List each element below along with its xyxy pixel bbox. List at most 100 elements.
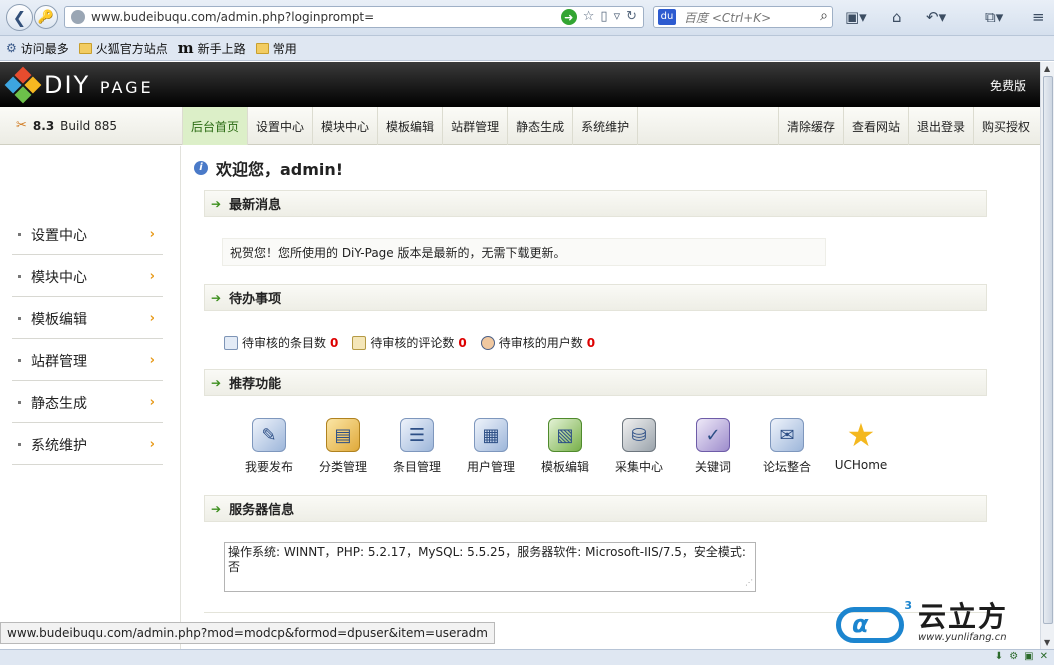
section-title: 最新消息 [229, 198, 282, 213]
feature-users[interactable]: ▦ 用户管理 [454, 418, 528, 475]
feature-category[interactable]: ▤ 分类管理 [306, 418, 380, 475]
cloud-logo-icon: α 3 [836, 599, 912, 645]
server-info-text: 操作系统: WINNT，PHP: 5.2.17，MySQL: 5.5.25，服务… [228, 545, 746, 574]
star-icon: ★ [846, 416, 876, 454]
go-icon[interactable]: ➜ [560, 9, 577, 25]
template-icon: ▧ [548, 418, 582, 452]
folder-icon [78, 42, 92, 54]
section-features: ➔ 推荐功能 [204, 369, 987, 396]
todo-label: 待审核的条目数 [242, 336, 327, 350]
feature-keyword[interactable]: ✓ 关键词 [676, 418, 750, 475]
bookmark-manager-icon[interactable]: ▣▾ [845, 8, 867, 26]
address-bar[interactable]: www.budeibuqu.com/admin.php?loginprompt=… [64, 6, 644, 28]
chevron-right-icon: › [149, 437, 155, 452]
feature-uchome[interactable]: ★ UCHome [824, 416, 898, 475]
sidebar-item-maintenance[interactable]: 系统维护 › [12, 425, 163, 465]
sidebar-item-templates[interactable]: 模板编辑 › [12, 299, 163, 339]
main-content: i 欢迎您，admin! ➔ 最新消息 祝贺您！您所使用的 DiY-Page 版… [182, 146, 1040, 649]
bookmark-common[interactable]: 常用 [255, 40, 297, 57]
menu-settings[interactable]: 设置中心 [247, 107, 312, 145]
feature-publish[interactable]: ✎ 我要发布 [232, 418, 306, 475]
reload-icon[interactable]: ↻ [626, 9, 637, 25]
todo-pending-users[interactable]: 待审核的用户数 0 [480, 334, 595, 351]
forum-icon: ✉ [770, 418, 804, 452]
page-scrollbar[interactable]: ▲ ▼ [1040, 62, 1054, 649]
publish-icon: ✎ [252, 418, 286, 452]
bookmark-label: 访问最多 [20, 41, 69, 56]
section-server: ➔ 服务器信息 [204, 495, 987, 522]
bookmark-firefox-site[interactable]: 火狐官方站点 [78, 40, 168, 57]
feature-collect[interactable]: ⛁ 采集中心 [602, 418, 676, 475]
todo-pending-items[interactable]: 待审核的条目数 0 [224, 334, 338, 351]
menu-icon[interactable]: ≡ [1032, 8, 1045, 26]
server-info-textarea[interactable]: 操作系统: WINNT，PHP: 5.2.17，MySQL: 5.5.25，服务… [224, 542, 756, 592]
baidu-paw-icon[interactable]: du [658, 9, 676, 25]
bookmark-most-visited[interactable]: ⚙ 访问最多 [6, 40, 69, 57]
menu-maintenance[interactable]: 系统维护 [572, 107, 639, 145]
version-info: ✂ 8.3 Build 885 [16, 118, 117, 133]
dropdown-icon[interactable]: ▿ [614, 9, 621, 25]
menu-static-gen[interactable]: 静态生成 [507, 107, 572, 145]
logout-link[interactable]: 退出登录 [907, 107, 973, 145]
todo-count: 0 [330, 335, 339, 350]
menu-templates[interactable]: 模板编辑 [377, 107, 442, 145]
collect-icon: ⛁ [622, 418, 656, 452]
scroll-thumb[interactable] [1043, 76, 1053, 624]
window-icon[interactable]: ▣ [1024, 651, 1033, 662]
search-icon[interactable]: ⌕ [820, 8, 828, 24]
page-viewport: DIY PAGE 免费版 ✂ 8.3 Build 885 后台首页 设置中心 模… [0, 62, 1040, 649]
news-text: 祝贺您！您所使用的 DiY-Page 版本是最新的，无需下载更新。 [230, 245, 566, 260]
todo-count: 0 [458, 335, 467, 350]
menu-home[interactable]: 后台首页 [182, 107, 248, 145]
close-icon[interactable]: ✕ [1040, 651, 1048, 662]
m-logo-icon: m [177, 39, 194, 57]
identity-icon[interactable]: 🔑 [34, 5, 58, 29]
feature-forum[interactable]: ✉ 论坛整合 [750, 418, 824, 475]
view-site-link[interactable]: 查看网站 [842, 107, 908, 145]
resize-grip-icon[interactable]: ⋰ [745, 575, 753, 590]
feature-grid: ✎ 我要发布 ▤ 分类管理 ☰ 条目管理 ▦ 用户管理 ▧ 模板编辑 ⛁ 采集中心 ✓ 关键词… [232, 416, 898, 475]
bookmark-label: 新手上路 [197, 41, 246, 56]
documents-icon [224, 335, 238, 350]
sidebar-item-modules[interactable]: 模块中心 › [12, 257, 163, 297]
diypage-logo[interactable]: DIY PAGE [4, 66, 154, 104]
device-icon[interactable]: ▯ [600, 9, 607, 25]
watermark-name: 云立方 [918, 599, 1009, 633]
arrow-right-icon: ➔ [211, 290, 222, 305]
clear-cache-link[interactable]: 清除缓存 [777, 107, 843, 145]
feature-label: UCHome [834, 458, 888, 472]
feature-label: 模板编辑 [540, 460, 589, 474]
info-icon: i [194, 161, 208, 175]
scroll-down-icon[interactable]: ▼ [1044, 638, 1050, 647]
version-number: 8.3 [32, 118, 55, 133]
chevron-right-icon: › [149, 311, 155, 326]
search-box[interactable]: du 百度 <Ctrl+K> ⌕ [653, 6, 833, 28]
star-bookmark-icon[interactable]: ☆ [583, 9, 595, 25]
section-news: ➔ 最新消息 [204, 190, 987, 217]
todo-pending-comments[interactable]: 待审核的评论数 0 [352, 334, 467, 351]
feature-items[interactable]: ☰ 条目管理 [380, 418, 454, 475]
search-input[interactable]: 百度 <Ctrl+K> [684, 9, 771, 26]
bookmark-getting-started[interactable]: m 新手上路 [178, 39, 246, 57]
watermark-badge: 3 [904, 599, 912, 612]
feature-templates[interactable]: ▧ 模板编辑 [528, 418, 602, 475]
menu-modules[interactable]: 模块中心 [312, 107, 377, 145]
sidebar-label: 系统维护 [31, 437, 87, 454]
sidebar-item-site-group[interactable]: 站群管理 › [12, 341, 163, 381]
download-icon[interactable]: ⬇ [995, 651, 1003, 662]
yunlifang-watermark: α 3 云立方 www.yunlifang.cn [836, 599, 1008, 645]
keyword-icon: ✓ [696, 418, 730, 452]
crop-icon[interactable]: ⧉▾ [985, 8, 1003, 26]
back-button[interactable]: ❮ [6, 4, 33, 31]
menu-site-group[interactable]: 站群管理 [442, 107, 507, 145]
home-icon[interactable]: ⌂ [892, 8, 902, 26]
sidebar-item-settings[interactable]: 设置中心 › [12, 215, 163, 255]
scroll-up-icon[interactable]: ▲ [1044, 64, 1050, 73]
buy-license-link[interactable]: 购买授权 [972, 107, 1038, 145]
address-text[interactable]: www.budeibuqu.com/admin.php?loginprompt= [91, 10, 374, 24]
status-link-preview: www.budeibuqu.com/admin.php?mod=modcp&fo… [0, 622, 495, 644]
sidebar-item-static-gen[interactable]: 静态生成 › [12, 383, 163, 423]
logo-main: DIY [44, 71, 91, 99]
addon-icon[interactable]: ⚙ [1009, 651, 1018, 662]
undo-icon[interactable]: ↶▾ [926, 8, 946, 26]
